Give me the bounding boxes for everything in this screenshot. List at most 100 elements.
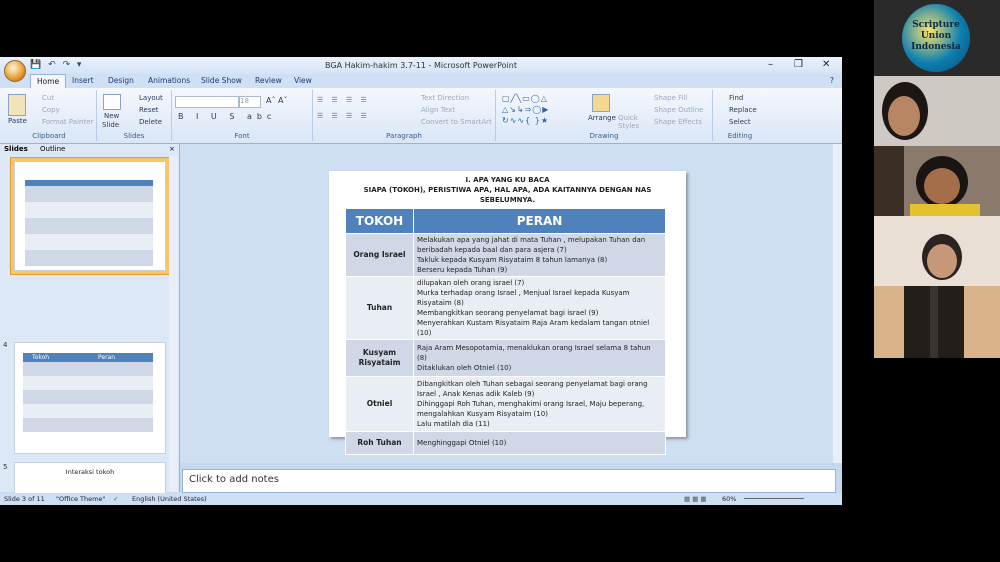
cell-tokoh: Kusyam Risyataim [345,339,414,377]
restore-icon[interactable]: ❐ [794,59,803,70]
tab-design[interactable]: Design [108,76,134,85]
slide-thumb-5[interactable]: Interaksi tokoh [14,462,166,496]
table-row: Otniel Dibangkitkan oleh Tuhan sebagai s… [345,376,666,432]
help-icon[interactable]: ? [830,76,834,85]
paste-button[interactable]: Paste [8,117,27,125]
view-buttons[interactable]: ▦ ▦ ▦ [684,495,707,503]
tab-slides[interactable]: Slides [4,145,28,153]
quick-styles-button[interactable]: Quick [618,114,638,122]
reset-button[interactable]: Reset [139,106,159,114]
powerpoint-window: BGA Hakim-hakim 3.7-11 - Microsoft Power… [0,57,842,505]
pane-scrollbar[interactable] [169,156,178,492]
font-label: Font [234,132,250,140]
logo-tile: Scripture Union Indonesia [874,0,1000,76]
language[interactable]: English (United States) [132,495,207,503]
close-pane-icon[interactable]: × [169,145,175,153]
shapes-gallery-row3[interactable]: ↻∿∿{ }★ [502,116,549,125]
slide-title-line2: SIAPA (TOKOH), PERISTIWA APA, HAL APA, A… [363,186,652,194]
replace-button[interactable]: Replace [729,106,757,114]
shape-effects-button[interactable]: Shape Effects [654,118,702,126]
peran-line: Ditaklukan oleh Otniel (10) [417,364,512,372]
spellcheck-icon[interactable]: ✓ [113,495,118,503]
logo-line3: Indonesia [911,42,961,52]
editing-group: Find Replace Select Editing [713,90,767,141]
tab-slide-show[interactable]: Slide Show [201,76,242,85]
slide-editor: I. APA YANG KU BACA SIAPA (TOKOH), PERIS… [180,144,842,463]
participant-2-face [924,168,960,204]
text-direction-button[interactable]: Text Direction [421,94,469,102]
tab-outline[interactable]: Outline [40,145,65,153]
slide-canvas[interactable]: I. APA YANG KU BACA SIAPA (TOKOH), PERIS… [329,171,686,455]
notes-pane[interactable]: Click to add notes [182,469,836,493]
zoom-slider[interactable] [744,498,804,499]
video-tile-4 [874,286,1000,358]
thumb-4-header: Tokoh Peran [23,353,153,362]
notes-placeholder: Click to add notes [189,474,279,485]
peran-line: Takluk kepada Kusyam Risyataim 8 tahun l… [417,256,608,264]
arrange-button[interactable]: Arrange [588,114,616,122]
peran-line: Dibangkitkan oleh Tuhan sebagai seorang … [417,380,648,398]
scripture-union-logo: Scripture Union Indonesia [902,4,970,72]
office-button[interactable] [4,60,26,82]
format-buttons[interactable]: B I U S abc [178,112,276,121]
table-row: Kusyam Risyataim Raja Aram Mesopotamia, … [345,339,666,377]
grow-font-icon[interactable]: Aˆ Aˇ [266,96,288,105]
tab-home[interactable]: Home [30,74,67,89]
tab-animations[interactable]: Animations [148,76,190,85]
find-button[interactable]: Find [729,94,743,102]
font-name-input[interactable] [175,96,239,108]
close-icon[interactable]: ✕ [822,59,830,70]
cell-peran: Menghinggapi Otniel (10) [413,431,666,455]
header-peran: PERAN [413,208,666,234]
drawing-group: ▢╱╲▭◯△ △↘↳⇒◯▶ ↻∿∿{ }★ Arrange Quick Styl… [496,90,713,141]
table-row: Tuhan dilupakan oleh orang israel (7) Mu… [345,276,666,340]
new-slide-button-line2[interactable]: Slide [102,121,119,129]
clipboard-group: Paste Cut Copy Format Painter Clipboard [2,90,97,141]
logo-text: Scripture Union Indonesia [902,20,970,53]
layout-button[interactable]: Layout [139,94,163,102]
font-size-input[interactable]: 18 [239,96,261,108]
shape-fill-button[interactable]: Shape Fill [654,94,688,102]
role-table[interactable]: TOKOH PERAN Orang Israel Melakukan apa y… [345,208,666,455]
table-row: Orang Israel Melakukan apa yang jahat di… [345,233,666,277]
peran-line: Membangkitkan seorang penyelamat bagi is… [417,309,599,317]
shapes-gallery-row2[interactable]: △↘↳⇒◯▶ [502,105,549,114]
slide-thumb-3[interactable] [14,161,166,271]
format-painter-button[interactable]: Format Painter [42,118,93,126]
align-text-button[interactable]: Align Text [421,106,455,114]
tab-insert[interactable]: Insert [72,76,94,85]
logo-line2: Union [920,31,952,41]
cell-tokoh: Otniel [345,376,414,432]
paste-icon[interactable] [8,94,26,116]
tab-view[interactable]: View [294,76,312,85]
peran-line: dilupakan oleh orang israel (7) [417,279,525,287]
new-slide-icon[interactable] [103,94,121,110]
tab-review[interactable]: Review [255,76,282,85]
ribbon-tabs: Home Insert Design Animations Slide Show… [0,74,842,89]
cut-button[interactable]: Cut [42,94,54,102]
editor-scrollbar[interactable] [833,144,842,463]
smartart-button[interactable]: Convert to SmartArt [421,118,492,126]
minimize-icon[interactable]: – [768,59,773,70]
slides-label: Slides [123,132,145,140]
align-buttons[interactable]: ☰ ☰ ☰ ☰ [317,112,370,120]
slide-thumb-4[interactable]: Tokoh Peran [14,342,166,454]
paragraph-label: Paragraph [386,132,422,140]
shape-outline-button[interactable]: Shape Outline [654,106,703,114]
logo-line1: Scripture [912,20,960,30]
delete-button[interactable]: Delete [139,118,162,126]
paragraph-group: ☰ ☰ ☰ ☰ Text Direction Align Text Conver… [313,90,496,141]
copy-button[interactable]: Copy [42,106,60,114]
cell-tokoh: Tuhan [345,276,414,340]
editing-label: Editing [727,132,753,140]
new-slide-button[interactable]: New [104,112,119,120]
quick-access-toolbar[interactable]: 💾 ↶ ↷ ▾ [30,60,83,70]
quick-styles-button-line2[interactable]: Styles [618,122,639,130]
select-button[interactable]: Select [729,118,751,126]
slides-pane: Slides Outline × 4 Tokoh Peran 5 Interak… [0,144,180,496]
peran-line: Murka terhadap orang Israel , Menjual Is… [417,289,630,307]
list-buttons[interactable]: ☰ ☰ ☰ ☰ [317,96,370,104]
shapes-gallery[interactable]: ▢╱╲▭◯△ [502,94,548,103]
participant-4-detail [930,286,938,358]
arrange-icon[interactable] [592,94,610,112]
